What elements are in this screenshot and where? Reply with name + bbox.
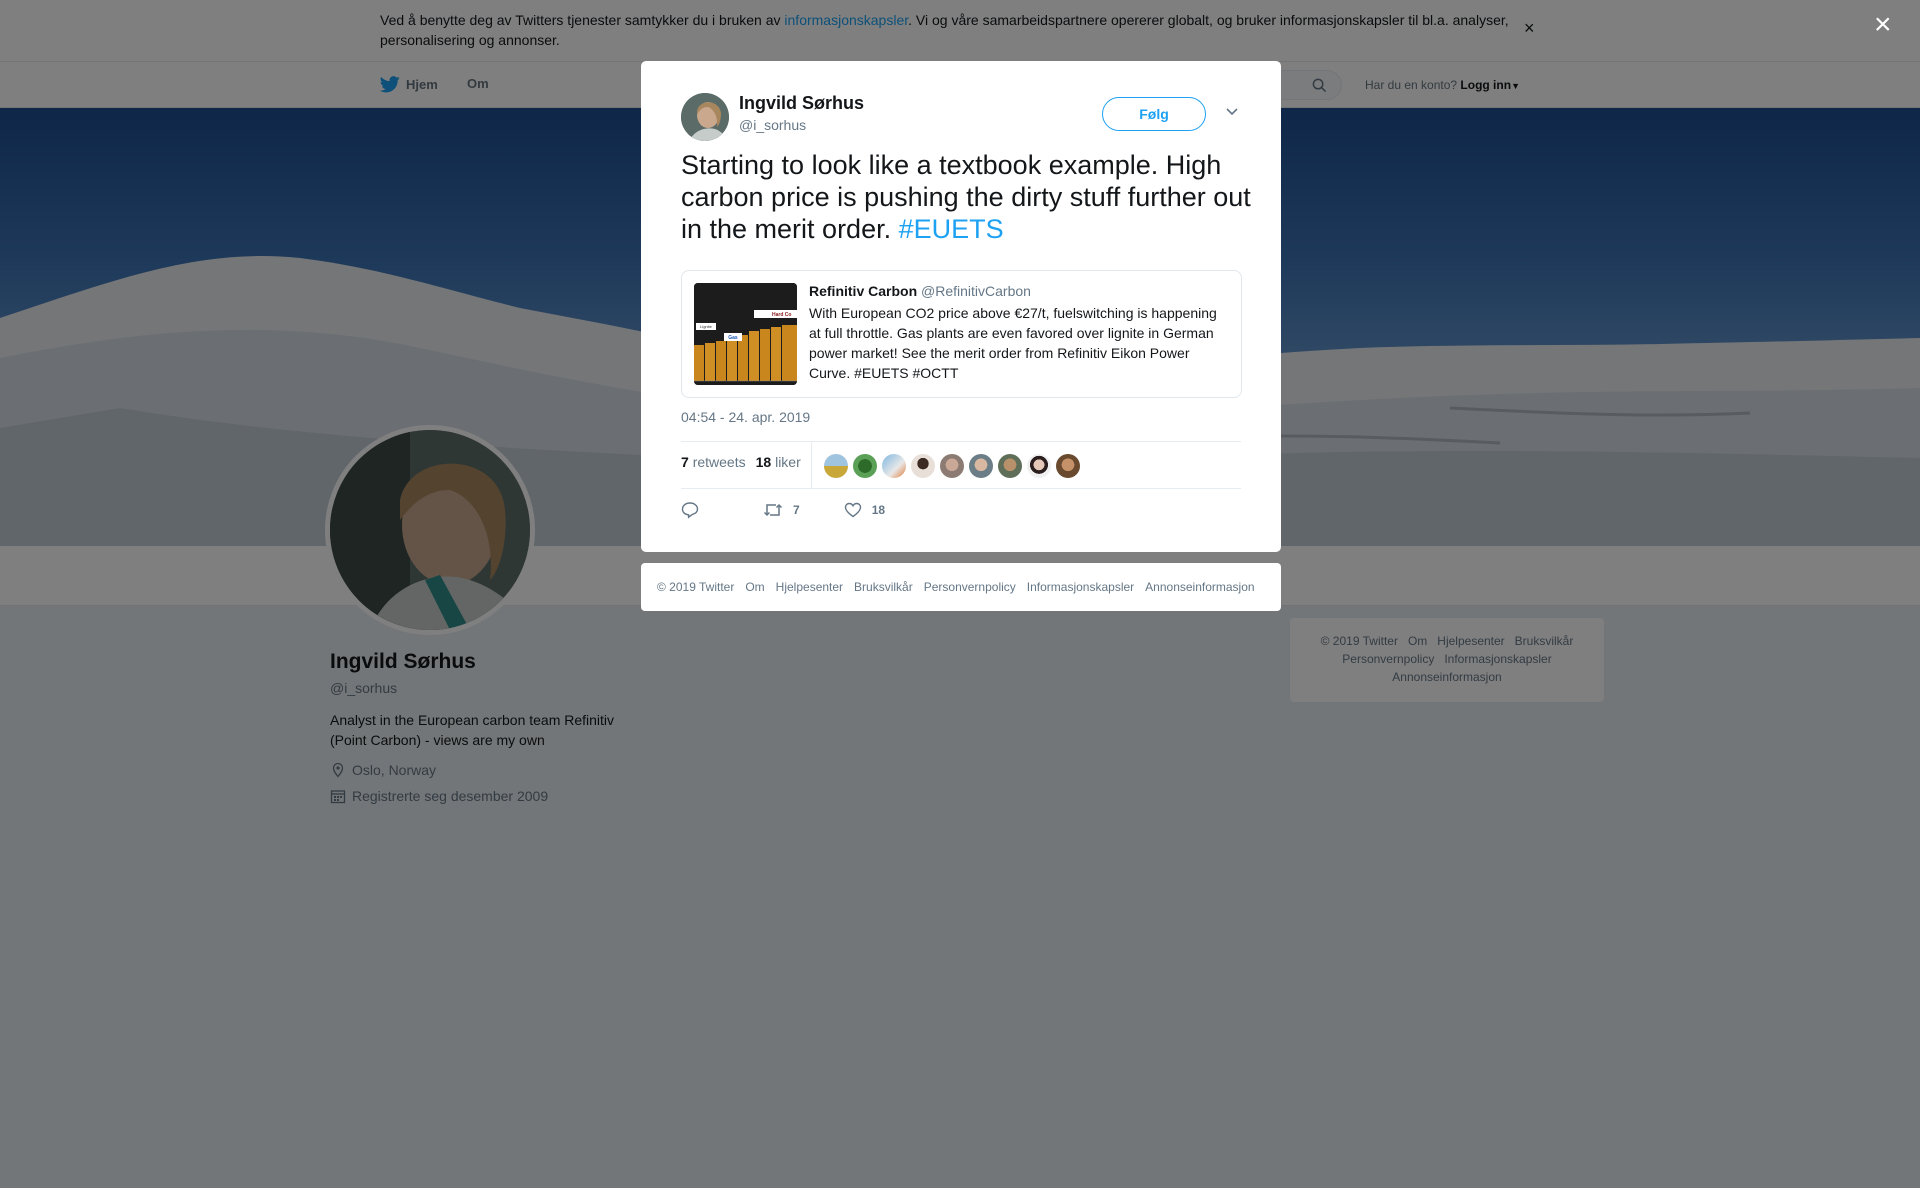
tweet-hashtag-link[interactable]: #EUETS — [899, 214, 1004, 244]
like-action-count: 18 — [871, 503, 886, 517]
modal-footer-ads-link[interactable]: Annonseinformasjon — [1145, 580, 1254, 594]
likers-avatars — [824, 454, 1080, 478]
tweet-stats: 7 retweets 18 liker — [681, 454, 801, 470]
likes-stat[interactable]: 18 liker — [756, 454, 801, 470]
modal-footer-terms-link[interactable]: Bruksvilkår — [854, 580, 913, 594]
tweet-text: Starting to look like a textbook example… — [681, 149, 1251, 245]
liker-avatar[interactable] — [882, 454, 906, 478]
retweet-icon — [763, 503, 783, 517]
modal-footer-copyright: © 2019 Twitter — [657, 580, 735, 594]
quoted-author-handle: @RefinitivCarbon — [921, 283, 1031, 299]
retweet-button[interactable]: 7 — [763, 501, 800, 519]
retweets-label: retweets — [692, 454, 746, 470]
liker-avatar[interactable] — [911, 454, 935, 478]
heart-icon — [844, 502, 861, 518]
tweet-author-name[interactable]: Ingvild Sørhus — [739, 93, 864, 114]
quoted-tweet[interactable]: Gas Hard Co Lignite Refinitiv Carbon @Re… — [681, 270, 1242, 398]
modal-footer-about-link[interactable]: Om — [745, 580, 764, 594]
quoted-tweet-image: Gas Hard Co Lignite — [694, 283, 797, 385]
modal-footer-cookies-link[interactable]: Informasjonskapsler — [1027, 580, 1134, 594]
likes-label: liker — [775, 454, 801, 470]
modal-footer-privacy-link[interactable]: Personvernpolicy — [924, 580, 1016, 594]
merit-order-chart-thumbnail: Gas Hard Co Lignite — [694, 283, 797, 385]
retweets-count: 7 — [681, 454, 689, 470]
thumb-label-gas: Gas — [728, 335, 738, 341]
tweet-author-photo — [681, 93, 729, 141]
divider — [681, 441, 1241, 442]
tweet-author-handle[interactable]: @i_sorhus — [739, 117, 806, 133]
reply-icon — [681, 502, 699, 519]
modal-footer: © 2019 Twitter Om Hjelpesenter Bruksvilk… — [641, 563, 1281, 611]
likes-count: 18 — [755, 454, 772, 470]
quoted-tweet-text: With European CO2 price above €27/t, fue… — [809, 305, 1217, 381]
chevron-down-icon[interactable] — [1225, 107, 1239, 117]
tweet-actions: 7 18 — [681, 501, 885, 519]
like-button[interactable]: 18 — [844, 501, 885, 519]
tweet-timestamp[interactable]: 04:54 - 24. apr. 2019 — [681, 409, 810, 425]
liker-avatar[interactable] — [940, 454, 964, 478]
follow-button[interactable]: Følg — [1102, 97, 1206, 131]
thumb-label-lignite: Lignite — [700, 324, 713, 329]
quoted-tweet-author: Refinitiv Carbon @RefinitivCarbon — [809, 283, 1031, 299]
liker-avatar[interactable] — [853, 454, 877, 478]
modal-footer-help-link[interactable]: Hjelpesenter — [776, 580, 843, 594]
retweet-action-count: 7 — [793, 503, 800, 517]
retweets-stat[interactable]: 7 retweets — [681, 454, 746, 470]
liker-avatar[interactable] — [998, 454, 1022, 478]
liker-avatar[interactable] — [1056, 454, 1080, 478]
tweet-author-avatar[interactable] — [681, 93, 729, 141]
liker-avatar[interactable] — [969, 454, 993, 478]
divider — [681, 488, 1241, 489]
close-icon[interactable]: × — [1874, 10, 1892, 40]
quoted-author-name: Refinitiv Carbon — [809, 283, 918, 299]
reply-button[interactable] — [681, 501, 699, 519]
thumb-label-hard-coal: Hard Co — [772, 312, 791, 318]
liker-avatar[interactable] — [1027, 454, 1051, 478]
stats-separator — [811, 442, 812, 488]
liker-avatar[interactable] — [824, 454, 848, 478]
tweet-modal: Ingvild Sørhus @i_sorhus Følg Starting t… — [641, 61, 1281, 552]
